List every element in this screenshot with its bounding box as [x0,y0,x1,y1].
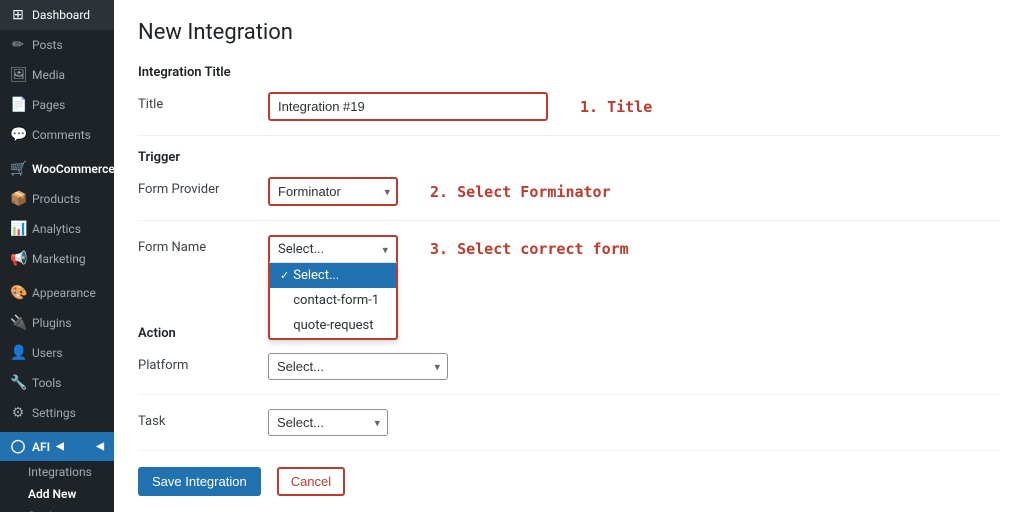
form-name-dropdown-wrapper: Select... ✓ Select... ✓ contact-form-1 [268,235,398,262]
form-provider-select[interactable]: Forminator [268,177,398,206]
sidebar-item-marketing[interactable]: 📢 Marketing [0,244,114,274]
sidebar-item-label: Users [32,346,63,360]
form-name-option-label: contact-form-1 [293,293,379,308]
form-provider-row: Form Provider Forminator 2. Select Formi… [138,177,1000,221]
pages-icon: 📄 [10,97,26,113]
sidebar-item-label: Analytics [32,222,81,236]
form-name-dropdown-btn[interactable]: Select... [268,235,398,262]
sidebar-item-label: Comments [32,128,91,142]
title-field-row: Title 1. Title [138,92,1000,136]
sidebar-item-label: Plugins [32,316,72,330]
form-name-option-quote-request[interactable]: ✓ quote-request [270,313,396,338]
button-row: Save Integration Cancel [138,467,1000,496]
sidebar-item-plugins[interactable]: 🔌 Plugins [0,308,114,338]
media-icon: 🖼 [10,67,26,83]
sidebar-sub-settings[interactable]: Settings [0,505,114,512]
users-icon: 👤 [10,345,26,361]
platform-label: Platform [138,353,268,373]
sidebar-item-label: Media [32,68,65,82]
sidebar-item-label: Tools [32,376,61,390]
cancel-button[interactable]: Cancel [277,467,345,496]
sidebar: ⊞ Dashboard ✏ Posts 🖼 Media 📄 Pages 💬 Co… [0,0,114,512]
sidebar-sub-label: Integrations [28,465,92,479]
sidebar-item-dashboard[interactable]: ⊞ Dashboard [0,0,114,30]
form-provider-input-wrap: Forminator 2. Select Forminator [268,177,1000,206]
sidebar-item-settings[interactable]: ⚙ Settings [0,398,114,428]
afi-arrow-icon: ◀ [56,441,64,452]
sidebar-item-label: Appearance [32,286,96,300]
sidebar-item-label: Products [32,192,80,206]
dashboard-icon: ⊞ [10,7,26,23]
sidebar-sub-add-new[interactable]: Add New [0,483,114,505]
form-name-row: Form Name Select... ✓ Select... ✓ [138,235,1000,266]
save-integration-button[interactable]: Save Integration [138,467,261,496]
sidebar-item-afi[interactable]: ◯ AFI ◀ [0,432,114,461]
task-select-wrapper: Select... [268,409,388,436]
task-input-wrap: Select... [268,409,1000,436]
content-area: New Integration Integration Title Title … [114,0,1024,512]
integration-title-section: Integration Title [138,65,1000,80]
form-provider-label: Form Provider [138,177,268,197]
form-select-annotation: 3. Select correct form [430,235,629,258]
form-name-option-label: Select... [293,268,339,283]
posts-icon: ✏ [10,37,26,53]
sidebar-item-appearance[interactable]: 🎨 Appearance [0,278,114,308]
appearance-icon: 🎨 [10,285,26,301]
title-label: Title [138,92,268,112]
form-provider-select-wrapper: Forminator [268,177,398,206]
sidebar-item-users[interactable]: 👤 Users [0,338,114,368]
title-annotation: 1. Title [580,98,652,116]
page-title: New Integration [138,20,1000,45]
task-select[interactable]: Select... [268,409,388,436]
form-name-label: Form Name [138,235,268,255]
sidebar-item-label: Dashboard [32,8,90,22]
form-name-dropdown-list: ✓ Select... ✓ contact-form-1 ✓ quote-req… [268,262,398,340]
platform-select[interactable]: Select... [268,353,448,380]
sidebar-item-posts[interactable]: ✏ Posts [0,30,114,60]
sidebar-item-label: Posts [32,38,63,52]
action-section: Action Platform Select... Task [138,326,1000,451]
sidebar-sub-integrations[interactable]: Integrations [0,461,114,483]
form-name-selected: Select... [278,242,324,257]
form-name-option-label: quote-request [293,318,373,333]
forminator-annotation: 2. Select Forminator [430,183,611,201]
form-name-input-wrap: Select... ✓ Select... ✓ contact-form-1 [268,235,1000,262]
tools-icon: 🔧 [10,375,26,391]
woocommerce-icon: 🛒 [10,161,26,177]
sidebar-item-products[interactable]: 📦 Products [0,184,114,214]
plugins-icon: 🔌 [10,315,26,331]
sidebar-item-comments[interactable]: 💬 Comments [0,120,114,150]
analytics-icon: 📊 [10,221,26,237]
trigger-label: Trigger [138,150,1000,165]
afi-icon: ◯ [10,439,26,454]
platform-input-wrap: Select... [268,353,1000,380]
form-name-option-select[interactable]: ✓ Select... [270,263,396,288]
comments-icon: 💬 [10,127,26,143]
check-icon: ✓ [280,269,289,282]
trigger-section: Trigger Form Provider Forminator 2. Sele… [138,150,1000,266]
sidebar-item-label: Marketing [32,252,86,266]
sidebar-item-tools[interactable]: 🔧 Tools [0,368,114,398]
sidebar-item-pages[interactable]: 📄 Pages [0,90,114,120]
sidebar-item-label: Settings [32,406,76,420]
main-content: New Integration Integration Title Title … [114,0,1024,512]
platform-select-wrapper: Select... [268,353,448,380]
products-icon: 📦 [10,191,26,207]
task-label: Task [138,409,268,429]
sidebar-item-label: Pages [32,98,65,112]
settings-icon: ⚙ [10,405,26,421]
sidebar-afi-label: AFI [32,440,50,454]
sidebar-item-analytics[interactable]: 📊 Analytics [0,214,114,244]
task-row: Task Select... [138,409,1000,451]
title-input-wrap: 1. Title [268,92,1000,121]
title-input[interactable] [268,92,548,121]
sidebar-item-label: WooCommerce [32,162,114,176]
marketing-icon: 📢 [10,251,26,267]
platform-row: Platform Select... [138,353,1000,395]
form-name-option-contact-form-1[interactable]: ✓ contact-form-1 [270,288,396,313]
sidebar-item-woocommerce[interactable]: 🛒 WooCommerce [0,154,114,184]
sidebar-item-media[interactable]: 🖼 Media [0,60,114,90]
sidebar-sub-label: Add New [28,487,76,501]
